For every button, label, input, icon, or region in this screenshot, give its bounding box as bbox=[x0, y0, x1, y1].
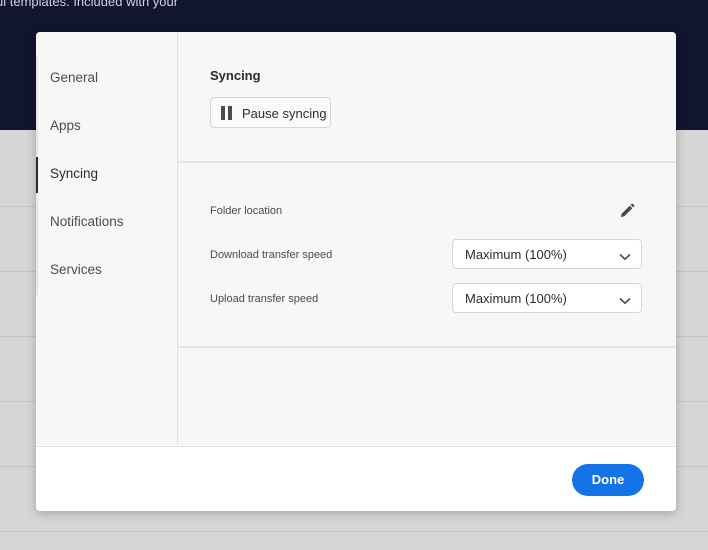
folder-location-label: Folder location bbox=[210, 205, 283, 217]
chevron-down-icon bbox=[619, 293, 631, 304]
sidebar-item-apps[interactable]: Apps bbox=[36, 109, 177, 145]
background-banner-text: ul templates. Included with your bbox=[0, 0, 179, 9]
sidebar-item-services[interactable]: Services bbox=[36, 253, 177, 289]
chevron-down-icon bbox=[619, 249, 631, 260]
sidebar-item-syncing[interactable]: Syncing bbox=[36, 157, 177, 193]
selected-indicator bbox=[36, 157, 38, 193]
syncing-section: Syncing Pause syncing bbox=[178, 32, 676, 163]
download-speed-select[interactable]: Maximum (100%) bbox=[452, 239, 642, 269]
upload-speed-select[interactable]: Maximum (100%) bbox=[452, 283, 642, 313]
sidebar-item-label: Syncing bbox=[50, 166, 99, 181]
pause-icon bbox=[221, 106, 232, 120]
background-row-divider bbox=[0, 531, 708, 532]
transfer-settings-section: Folder location Download transfer speed … bbox=[178, 163, 676, 348]
download-speed-value: Maximum (100%) bbox=[465, 247, 567, 262]
sidebar-item-label: General bbox=[50, 70, 99, 85]
upload-speed-label: Upload transfer speed bbox=[210, 293, 319, 305]
sidebar-item-label: Notifications bbox=[50, 214, 124, 229]
sidebar-item-notifications[interactable]: Notifications bbox=[36, 205, 177, 241]
section-title: Syncing bbox=[210, 68, 261, 83]
upload-speed-value: Maximum (100%) bbox=[465, 291, 567, 306]
sidebar-item-label: Services bbox=[50, 262, 102, 277]
dialog-footer: Done bbox=[36, 446, 676, 511]
pencil-icon[interactable] bbox=[618, 202, 636, 220]
done-button-label: Done bbox=[591, 472, 625, 487]
preferences-dialog: General Apps Syncing Notifications Servi… bbox=[36, 32, 676, 511]
done-button[interactable]: Done bbox=[572, 464, 644, 496]
download-speed-label: Download transfer speed bbox=[210, 249, 333, 261]
settings-content: Syncing Pause syncing Folder location Do… bbox=[178, 32, 676, 446]
pause-syncing-label: Pause syncing bbox=[242, 106, 327, 121]
sidebar-item-general[interactable]: General bbox=[36, 61, 177, 97]
sidebar: General Apps Syncing Notifications Servi… bbox=[36, 32, 178, 446]
pause-syncing-button[interactable]: Pause syncing bbox=[210, 97, 331, 128]
sidebar-item-label: Apps bbox=[50, 118, 81, 133]
